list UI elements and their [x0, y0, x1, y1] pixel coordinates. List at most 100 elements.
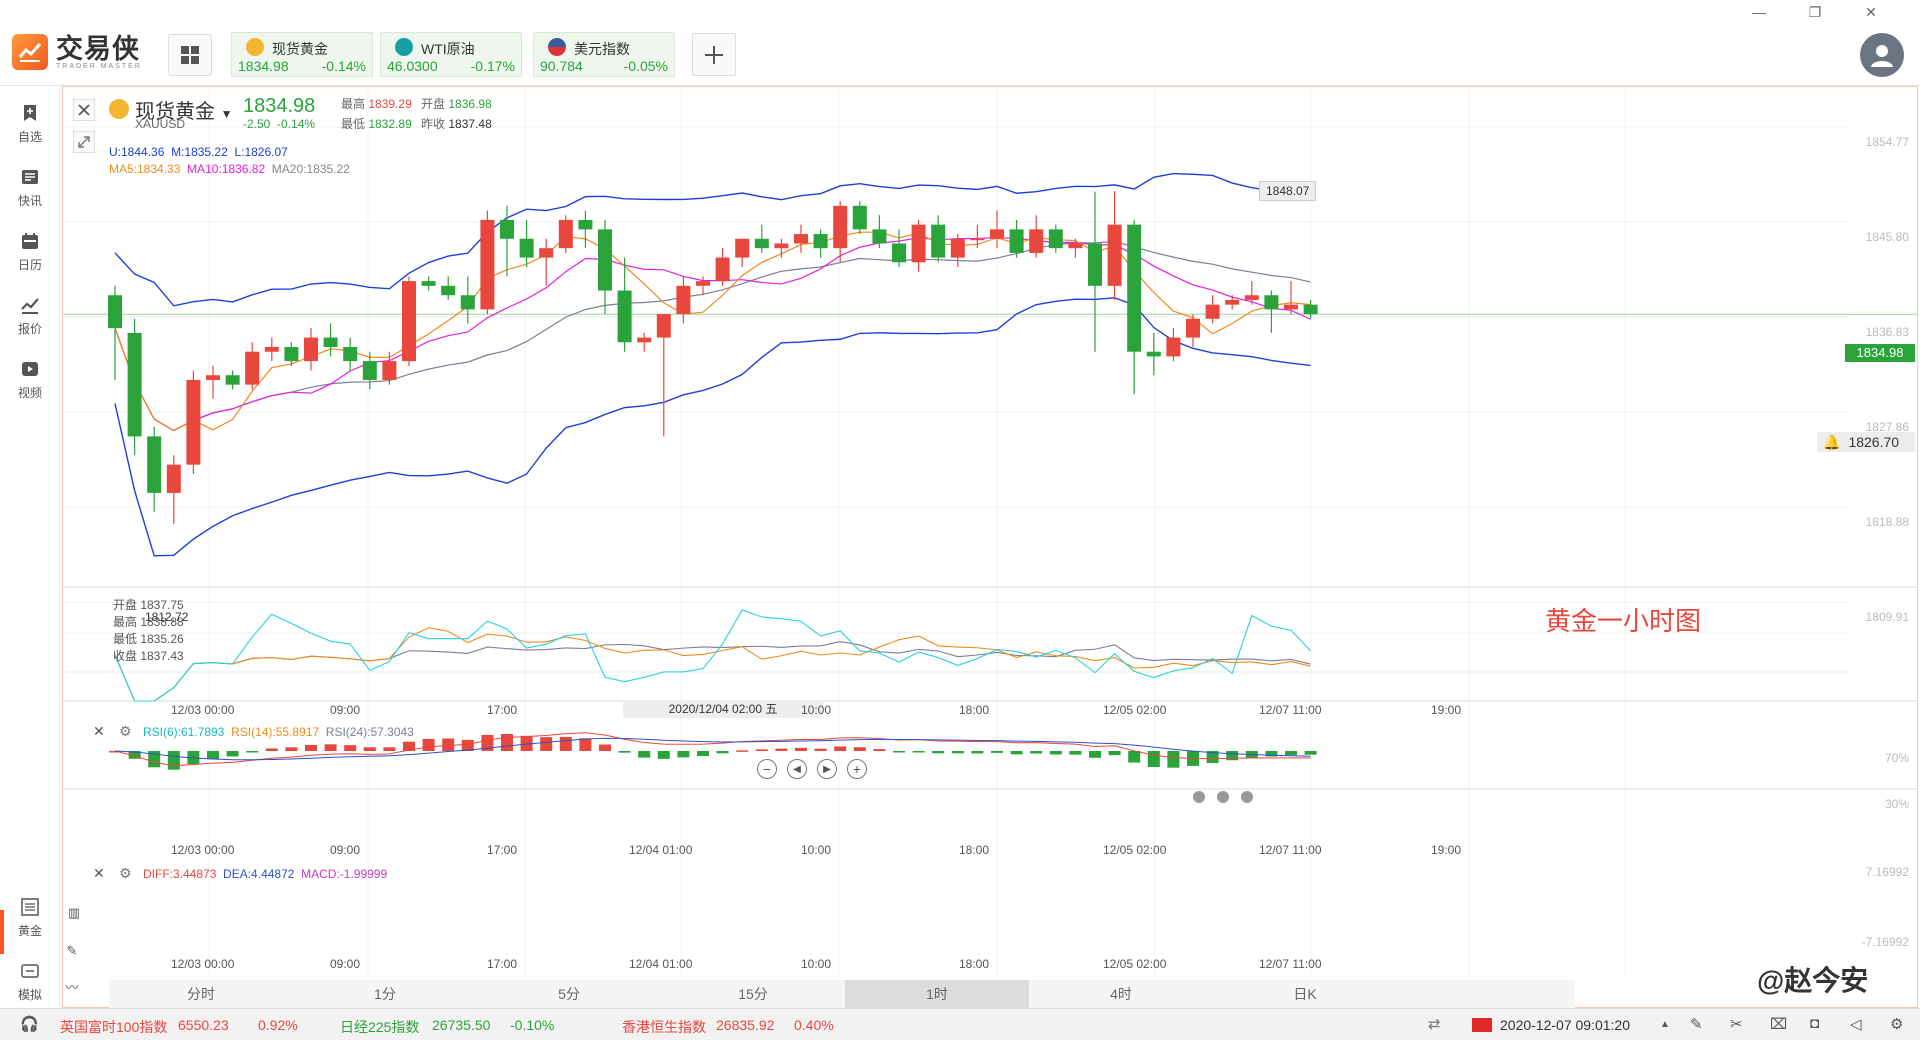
macd-bar — [383, 747, 396, 751]
tool-icon-2[interactable]: ✂ — [1730, 1015, 1743, 1033]
macd-close-icon[interactable]: ✕ — [93, 865, 105, 882]
us-flag-icon — [548, 38, 566, 56]
settings-icon[interactable]: ⚙ — [1890, 1015, 1903, 1033]
sidebar-item-calendar[interactable]: 日历 — [0, 224, 60, 280]
expand-chart-button[interactable] — [73, 131, 95, 153]
sidebar-item-watchlist[interactable]: 自选 — [0, 96, 60, 152]
dropdown-icon[interactable]: ▲ — [1660, 1019, 1670, 1030]
rsi-close-icon[interactable]: ✕ — [93, 723, 105, 740]
macd-bar — [697, 751, 709, 756]
candle-body — [1284, 304, 1298, 310]
gold-icon — [246, 38, 264, 56]
macd-bar — [1128, 751, 1141, 763]
stat-value: 1832.89 — [368, 117, 412, 131]
minimize-icon[interactable]: — — [1750, 3, 1768, 21]
ticker-tab-usd-index[interactable]: 美元指数 90.784 -0.05% — [533, 32, 675, 77]
candle-body — [931, 224, 946, 258]
user-avatar[interactable] — [1860, 33, 1904, 77]
stat-value: 1837.48 — [448, 117, 492, 131]
expand-icon — [78, 136, 90, 148]
chevron-down-icon[interactable]: ▼ — [221, 107, 233, 121]
translate-icon[interactable]: ⇄ — [1428, 1015, 1441, 1033]
page-dot[interactable] — [1217, 791, 1229, 803]
macd-bar — [207, 751, 219, 760]
draw-line-icon[interactable]: ✎ — [61, 943, 83, 965]
candle-body — [774, 243, 789, 249]
period-tab[interactable]: 分时 — [109, 980, 293, 1008]
candle-tool-icon[interactable]: ▥ — [63, 905, 85, 927]
rsi-settings-icon[interactable]: ⚙ — [119, 723, 132, 740]
sidebar-item-quotes[interactable]: 报价 — [0, 288, 60, 344]
boll-legend: U:1844.36 M:1835.22 L:1826.07 — [109, 145, 288, 159]
candle-body — [147, 436, 162, 493]
candle-body — [1088, 243, 1102, 286]
ticker-tab-gold[interactable]: 现货黄金 1834.98 -0.14% — [231, 32, 373, 77]
sidebar-item-news[interactable]: 快讯 — [0, 160, 60, 216]
zoom-in-button[interactable]: + — [847, 759, 867, 779]
index-change: -0.10% — [510, 1017, 555, 1033]
scroll-left-button[interactable]: ◀ — [787, 759, 807, 779]
macd-bar — [363, 747, 376, 751]
macd-bar — [1030, 751, 1043, 754]
time-axis-label: 09:00 — [330, 843, 361, 857]
candle-body — [284, 347, 299, 362]
period-tab[interactable]: 15分 — [661, 980, 845, 1008]
candle-body — [519, 238, 534, 258]
candle-body — [558, 219, 573, 249]
sidebar-item-gold[interactable]: 黄金 — [0, 890, 60, 946]
ma20-value: MA20:1835.22 — [271, 162, 350, 176]
macd-legend: DIFF:3.44873 DEA:4.44872 MACD:-1.99999 — [143, 867, 387, 881]
add-tab-button[interactable] — [692, 33, 736, 76]
mute-icon[interactable]: ◁ — [1850, 1015, 1862, 1033]
stat-label: 最低 — [341, 117, 366, 131]
candle-body — [343, 347, 358, 362]
macd-bar — [677, 751, 690, 758]
tool-icon-3[interactable]: ⌧ — [1770, 1015, 1787, 1033]
price-alert-tag[interactable]: 🔔 1826.70 — [1817, 432, 1915, 452]
headset-icon[interactable]: 🎧 — [20, 1015, 39, 1033]
close-chart-button[interactable] — [73, 99, 95, 121]
candle-body — [304, 337, 318, 362]
index-change: 0.92% — [258, 1017, 298, 1033]
period-tab[interactable]: 4时 — [1029, 980, 1213, 1008]
candle-body — [1146, 351, 1161, 357]
app-name-en: TRADER MASTER — [56, 62, 142, 70]
index-name[interactable]: 日经225指数 — [340, 1017, 419, 1037]
period-tab-active[interactable]: 1时 — [845, 980, 1029, 1008]
restore-icon[interactable]: ❐ — [1806, 3, 1824, 21]
close-window-icon[interactable]: ✕ — [1862, 3, 1880, 21]
page-dot[interactable] — [1241, 791, 1253, 803]
chart-line-icon — [19, 294, 41, 316]
candle-body — [872, 229, 887, 244]
calendar-icon — [19, 230, 41, 252]
index-name[interactable]: 香港恒生指数 — [622, 1017, 706, 1037]
tool-icon-1[interactable]: ✎ — [1690, 1015, 1703, 1033]
camera-icon[interactable]: ◘ — [1810, 1015, 1819, 1032]
period-tab[interactable]: 日K — [1213, 980, 1397, 1008]
zoom-out-button[interactable]: − — [757, 759, 777, 779]
window-controls: — ❐ ✕ — [1740, 0, 1920, 26]
candle-body — [1127, 224, 1142, 352]
gold-icon — [109, 99, 129, 119]
macd-settings-icon[interactable]: ⚙ — [119, 865, 132, 882]
candle-body — [676, 285, 691, 315]
ticker-tab-oil[interactable]: WTI原油 46.0300 -0.17% — [380, 32, 522, 77]
period-tab[interactable]: 5分 — [477, 980, 661, 1008]
index-name[interactable]: 英国富时100指数 — [60, 1017, 167, 1037]
scroll-right-button[interactable]: ▶ — [817, 759, 837, 779]
ohlc-low: 最低 1835.26 — [113, 632, 184, 646]
page-dot[interactable] — [1193, 791, 1205, 803]
period-tab[interactable]: 1分 — [293, 980, 477, 1008]
sidebar-item-simulate[interactable]: 模拟 — [0, 954, 60, 1010]
time-axis-label: 12/07 11:00 — [1259, 957, 1322, 971]
index-change: 0.40% — [794, 1017, 834, 1033]
sidebar-item-video[interactable]: 视频 — [0, 352, 60, 408]
price-axis-label: 1818.88 — [1865, 515, 1909, 529]
candle-body — [166, 464, 181, 493]
candle-body — [402, 281, 416, 362]
layout-grid-button[interactable] — [168, 34, 212, 76]
indicator-tool-icon[interactable]: 〰 — [61, 977, 83, 999]
left-sidebar: 自选 快讯 日历 报价 视频 黄金 模拟 — [0, 86, 60, 1008]
candle-body — [637, 337, 652, 343]
ticker-change: -0.17% — [470, 58, 515, 74]
